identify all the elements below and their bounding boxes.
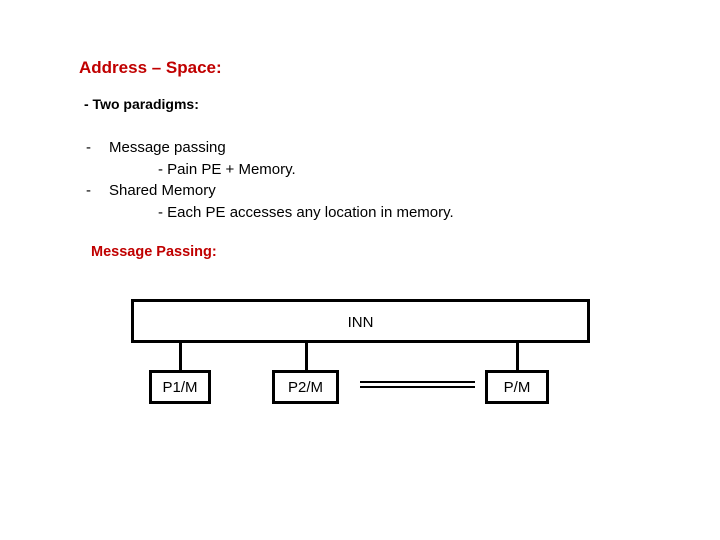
node-box-2: P2/M	[272, 370, 339, 404]
node-box-n: P/M	[485, 370, 549, 404]
section-heading: Message Passing:	[91, 244, 217, 260]
node-label-n: P/M	[503, 378, 531, 396]
node-label-1: P1/M	[162, 378, 198, 396]
interconnection-network-box: INN	[131, 299, 590, 343]
node-label-2: P2/M	[287, 378, 323, 396]
subtitle: - Two paradigms:	[84, 96, 199, 112]
paradigm-1-detail: - Pain PE + Memory.	[158, 161, 296, 178]
connector-line-2	[305, 343, 308, 371]
network-label: INN	[347, 314, 374, 331]
paradigm-2-label: Shared Memory	[109, 182, 216, 199]
node-box-1: P1/M	[149, 370, 211, 404]
paradigm-1-label: Message passing	[109, 139, 226, 156]
paradigm-1-bullet: -	[86, 139, 91, 156]
paradigm-2-bullet: -	[86, 182, 91, 199]
paradigm-2-detail: - Each PE accesses any location in memor…	[158, 204, 454, 221]
connector-line-1	[179, 343, 182, 371]
page-title: Address – Space:	[79, 58, 222, 77]
ellipsis-line-top	[360, 381, 475, 383]
ellipsis-line-bottom	[360, 386, 475, 388]
connector-line-3	[516, 343, 519, 371]
